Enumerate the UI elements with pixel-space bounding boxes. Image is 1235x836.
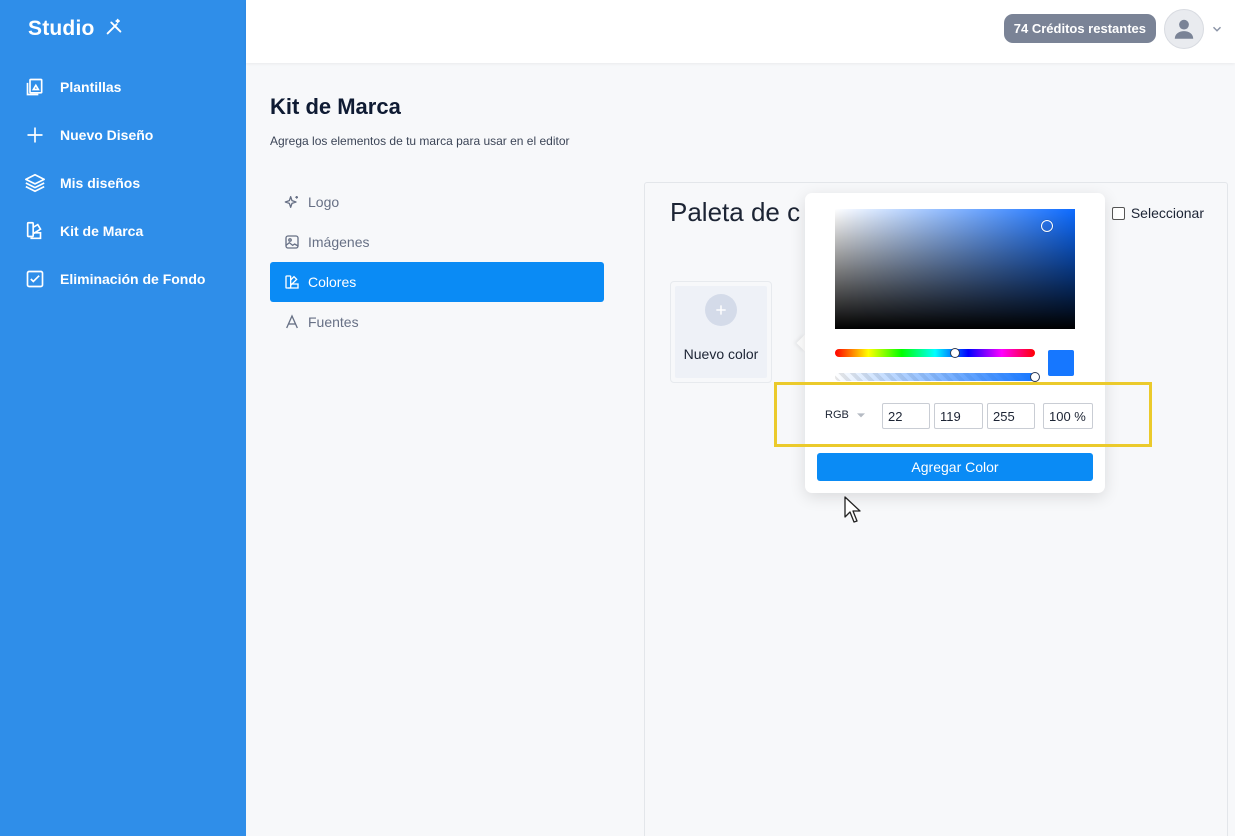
user-icon bbox=[1174, 19, 1194, 39]
palette-icon bbox=[284, 274, 300, 290]
menu-item-label: Fuentes bbox=[308, 314, 359, 330]
plus-icon bbox=[24, 124, 46, 146]
new-color-label: Nuevo color bbox=[683, 346, 759, 362]
color-picker-popover bbox=[805, 193, 1105, 493]
new-color-card[interactable]: Nuevo color bbox=[670, 281, 772, 383]
new-color-inner: Nuevo color bbox=[675, 286, 767, 378]
menu-item-label: Logo bbox=[308, 194, 340, 210]
sidebar-nav: Plantillas Nuevo Diseño Mis diseños Kit … bbox=[0, 63, 246, 303]
templates-icon bbox=[24, 76, 46, 98]
sidebar: Studio Plantillas Nuevo Diseño Mis diseñ… bbox=[0, 0, 246, 836]
menu-item-colores[interactable]: Colores bbox=[270, 262, 604, 302]
menu-item-imagenes[interactable]: Imágenes bbox=[270, 222, 604, 262]
magic-wand-icon bbox=[103, 16, 125, 43]
checkbox-icon bbox=[24, 268, 46, 290]
alpha-handle[interactable] bbox=[1030, 372, 1040, 382]
sidebar-item-kit-de-marca[interactable]: Kit de Marca bbox=[0, 207, 246, 255]
saturation-handle[interactable] bbox=[1041, 220, 1053, 232]
sidebar-item-eliminacion-de-fondo[interactable]: Eliminación de Fondo bbox=[0, 255, 246, 303]
brand-logo[interactable]: Studio bbox=[28, 16, 125, 42]
color-mode-label: RGB bbox=[825, 409, 849, 421]
avatar[interactable] bbox=[1164, 9, 1204, 49]
sparkle-icon bbox=[284, 194, 300, 210]
font-icon bbox=[284, 314, 300, 330]
sidebar-item-mis-disenos[interactable]: Mis diseños bbox=[0, 159, 246, 207]
caret-down-icon bbox=[856, 413, 865, 418]
menu-item-logo[interactable]: Logo bbox=[270, 182, 604, 222]
brand-kit-icon bbox=[24, 220, 46, 242]
layers-icon bbox=[24, 172, 46, 194]
sidebar-item-plantillas[interactable]: Plantillas bbox=[0, 63, 246, 111]
select-checkbox[interactable] bbox=[1111, 206, 1125, 220]
alpha-input[interactable]: 100 % bbox=[1043, 403, 1093, 429]
select-toggle[interactable]: Seleccionar bbox=[1111, 205, 1204, 221]
menu-item-label: Imágenes bbox=[308, 234, 370, 250]
alpha-slider[interactable] bbox=[835, 373, 1035, 381]
select-label: Seleccionar bbox=[1130, 205, 1204, 221]
chevron-down-icon[interactable] bbox=[1210, 22, 1224, 36]
sidebar-item-label: Kit de Marca bbox=[60, 223, 144, 239]
blue-input[interactable]: 255 bbox=[987, 403, 1035, 429]
green-input[interactable]: 119 bbox=[934, 403, 983, 429]
brand-kit-menu: Logo Imágenes Colores Fuentes bbox=[270, 182, 604, 342]
sidebar-item-nuevo-diseno[interactable]: Nuevo Diseño bbox=[0, 111, 246, 159]
panel-title: Paleta de c bbox=[670, 197, 801, 227]
mouse-cursor-icon bbox=[844, 496, 861, 523]
sidebar-item-label: Eliminación de Fondo bbox=[60, 271, 206, 287]
sidebar-item-label: Nuevo Diseño bbox=[60, 127, 154, 143]
color-mode-select[interactable]: RGB bbox=[825, 409, 865, 421]
sidebar-item-label: Mis diseños bbox=[60, 175, 141, 191]
saturation-area[interactable] bbox=[835, 209, 1075, 329]
image-icon bbox=[284, 234, 300, 250]
red-input[interactable]: 22 bbox=[882, 403, 930, 429]
hue-slider[interactable] bbox=[835, 349, 1035, 357]
brand-name: Studio bbox=[28, 17, 95, 40]
plus-circle-icon bbox=[705, 294, 737, 326]
credits-badge[interactable]: 74 Créditos restantes bbox=[1003, 14, 1156, 43]
menu-item-label: Colores bbox=[308, 274, 357, 290]
page-title: Kit de Marca bbox=[270, 94, 401, 119]
hue-handle[interactable] bbox=[950, 348, 960, 358]
menu-item-fuentes[interactable]: Fuentes bbox=[270, 302, 604, 342]
sidebar-item-label: Plantillas bbox=[60, 79, 122, 95]
add-color-button[interactable]: Agregar Color bbox=[817, 453, 1093, 481]
color-preview-swatch bbox=[1048, 350, 1074, 376]
page-subtitle: Agrega los elementos de tu marca para us… bbox=[270, 134, 570, 148]
top-bar: 74 Créditos restantes bbox=[246, 0, 1235, 63]
